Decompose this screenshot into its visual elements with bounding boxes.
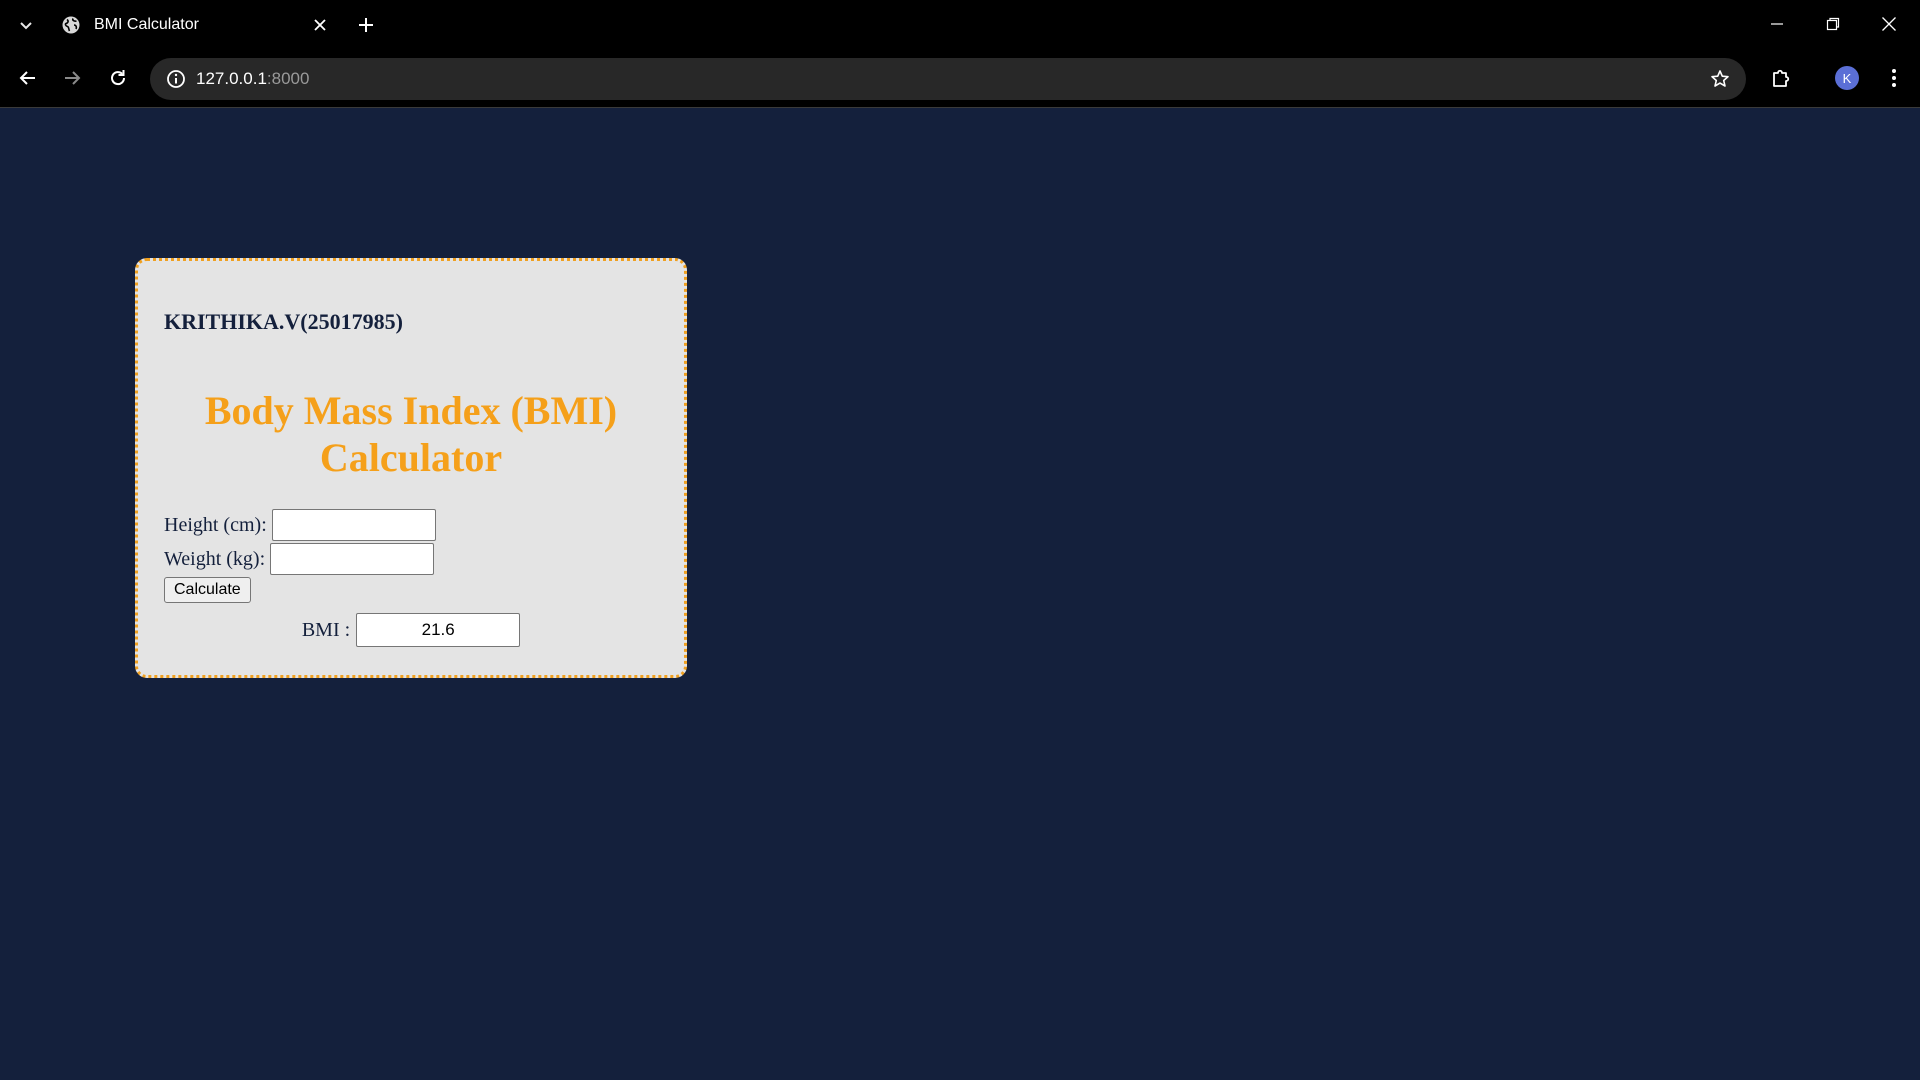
browser-chrome: BMI Calculator 127.0.0.1:8000 K	[0, 0, 1920, 108]
restore-button[interactable]	[1810, 6, 1856, 42]
url-port: :8000	[266, 69, 310, 88]
puzzle-icon	[1771, 67, 1793, 89]
browser-tab[interactable]: BMI Calculator	[52, 8, 337, 42]
weight-input[interactable]	[270, 543, 435, 575]
height-label: Height (cm):	[164, 513, 267, 536]
minimize-icon	[1770, 17, 1784, 31]
browser-toolbar: 127.0.0.1:8000 K	[0, 54, 1920, 104]
info-icon[interactable]	[160, 63, 192, 95]
url-text[interactable]: 127.0.0.1:8000	[196, 58, 309, 100]
arrow-right-icon	[62, 68, 82, 88]
weight-row: Weight (kg):	[164, 542, 435, 576]
close-icon	[1881, 16, 1897, 32]
tab-strip: BMI Calculator	[0, 0, 1920, 50]
arrow-left-icon	[18, 68, 38, 88]
weight-label: Weight (kg):	[164, 547, 266, 570]
minimize-button[interactable]	[1754, 6, 1800, 42]
chevron-down-icon	[18, 17, 34, 33]
bmi-output[interactable]: 21.6	[356, 613, 521, 647]
bmi-card: KRITHIKA.V(25017985) Body Mass Index (BM…	[135, 258, 687, 678]
restore-icon	[1826, 17, 1840, 31]
page-title: Body Mass Index (BMI) Calculator	[204, 388, 618, 480]
height-input[interactable]	[271, 509, 436, 541]
browser-menu-button[interactable]	[1876, 60, 1912, 96]
star-icon[interactable]	[1704, 63, 1736, 95]
reload-button[interactable]	[100, 60, 136, 96]
page-content: KRITHIKA.V(25017985) Body Mass Index (BM…	[0, 108, 1920, 1080]
back-button[interactable]	[10, 60, 46, 96]
tab-search-button[interactable]	[10, 10, 42, 40]
more-vertical-icon	[1891, 68, 1897, 88]
student-label: KRITHIKA.V(25017985)	[164, 309, 403, 334]
extensions-button[interactable]	[1764, 60, 1800, 96]
forward-button[interactable]	[54, 60, 90, 96]
tab-title: BMI Calculator	[94, 16, 199, 33]
profile-avatar[interactable]: K	[1835, 66, 1859, 90]
height-row: Height (cm):	[164, 508, 436, 542]
close-window-button[interactable]	[1866, 6, 1912, 42]
close-tab-icon[interactable]	[307, 12, 333, 38]
address-bar[interactable]: 127.0.0.1:8000	[150, 58, 1746, 100]
bmi-label: BMI :	[301, 618, 351, 641]
globe-icon	[60, 14, 82, 36]
reload-icon	[108, 68, 128, 88]
bmi-row: BMI : 21.6	[138, 613, 684, 647]
new-tab-button[interactable]	[350, 10, 382, 40]
url-host: 127.0.0.1	[196, 69, 267, 88]
calculate-button[interactable]: Calculate	[164, 577, 251, 603]
plus-icon	[358, 17, 374, 33]
